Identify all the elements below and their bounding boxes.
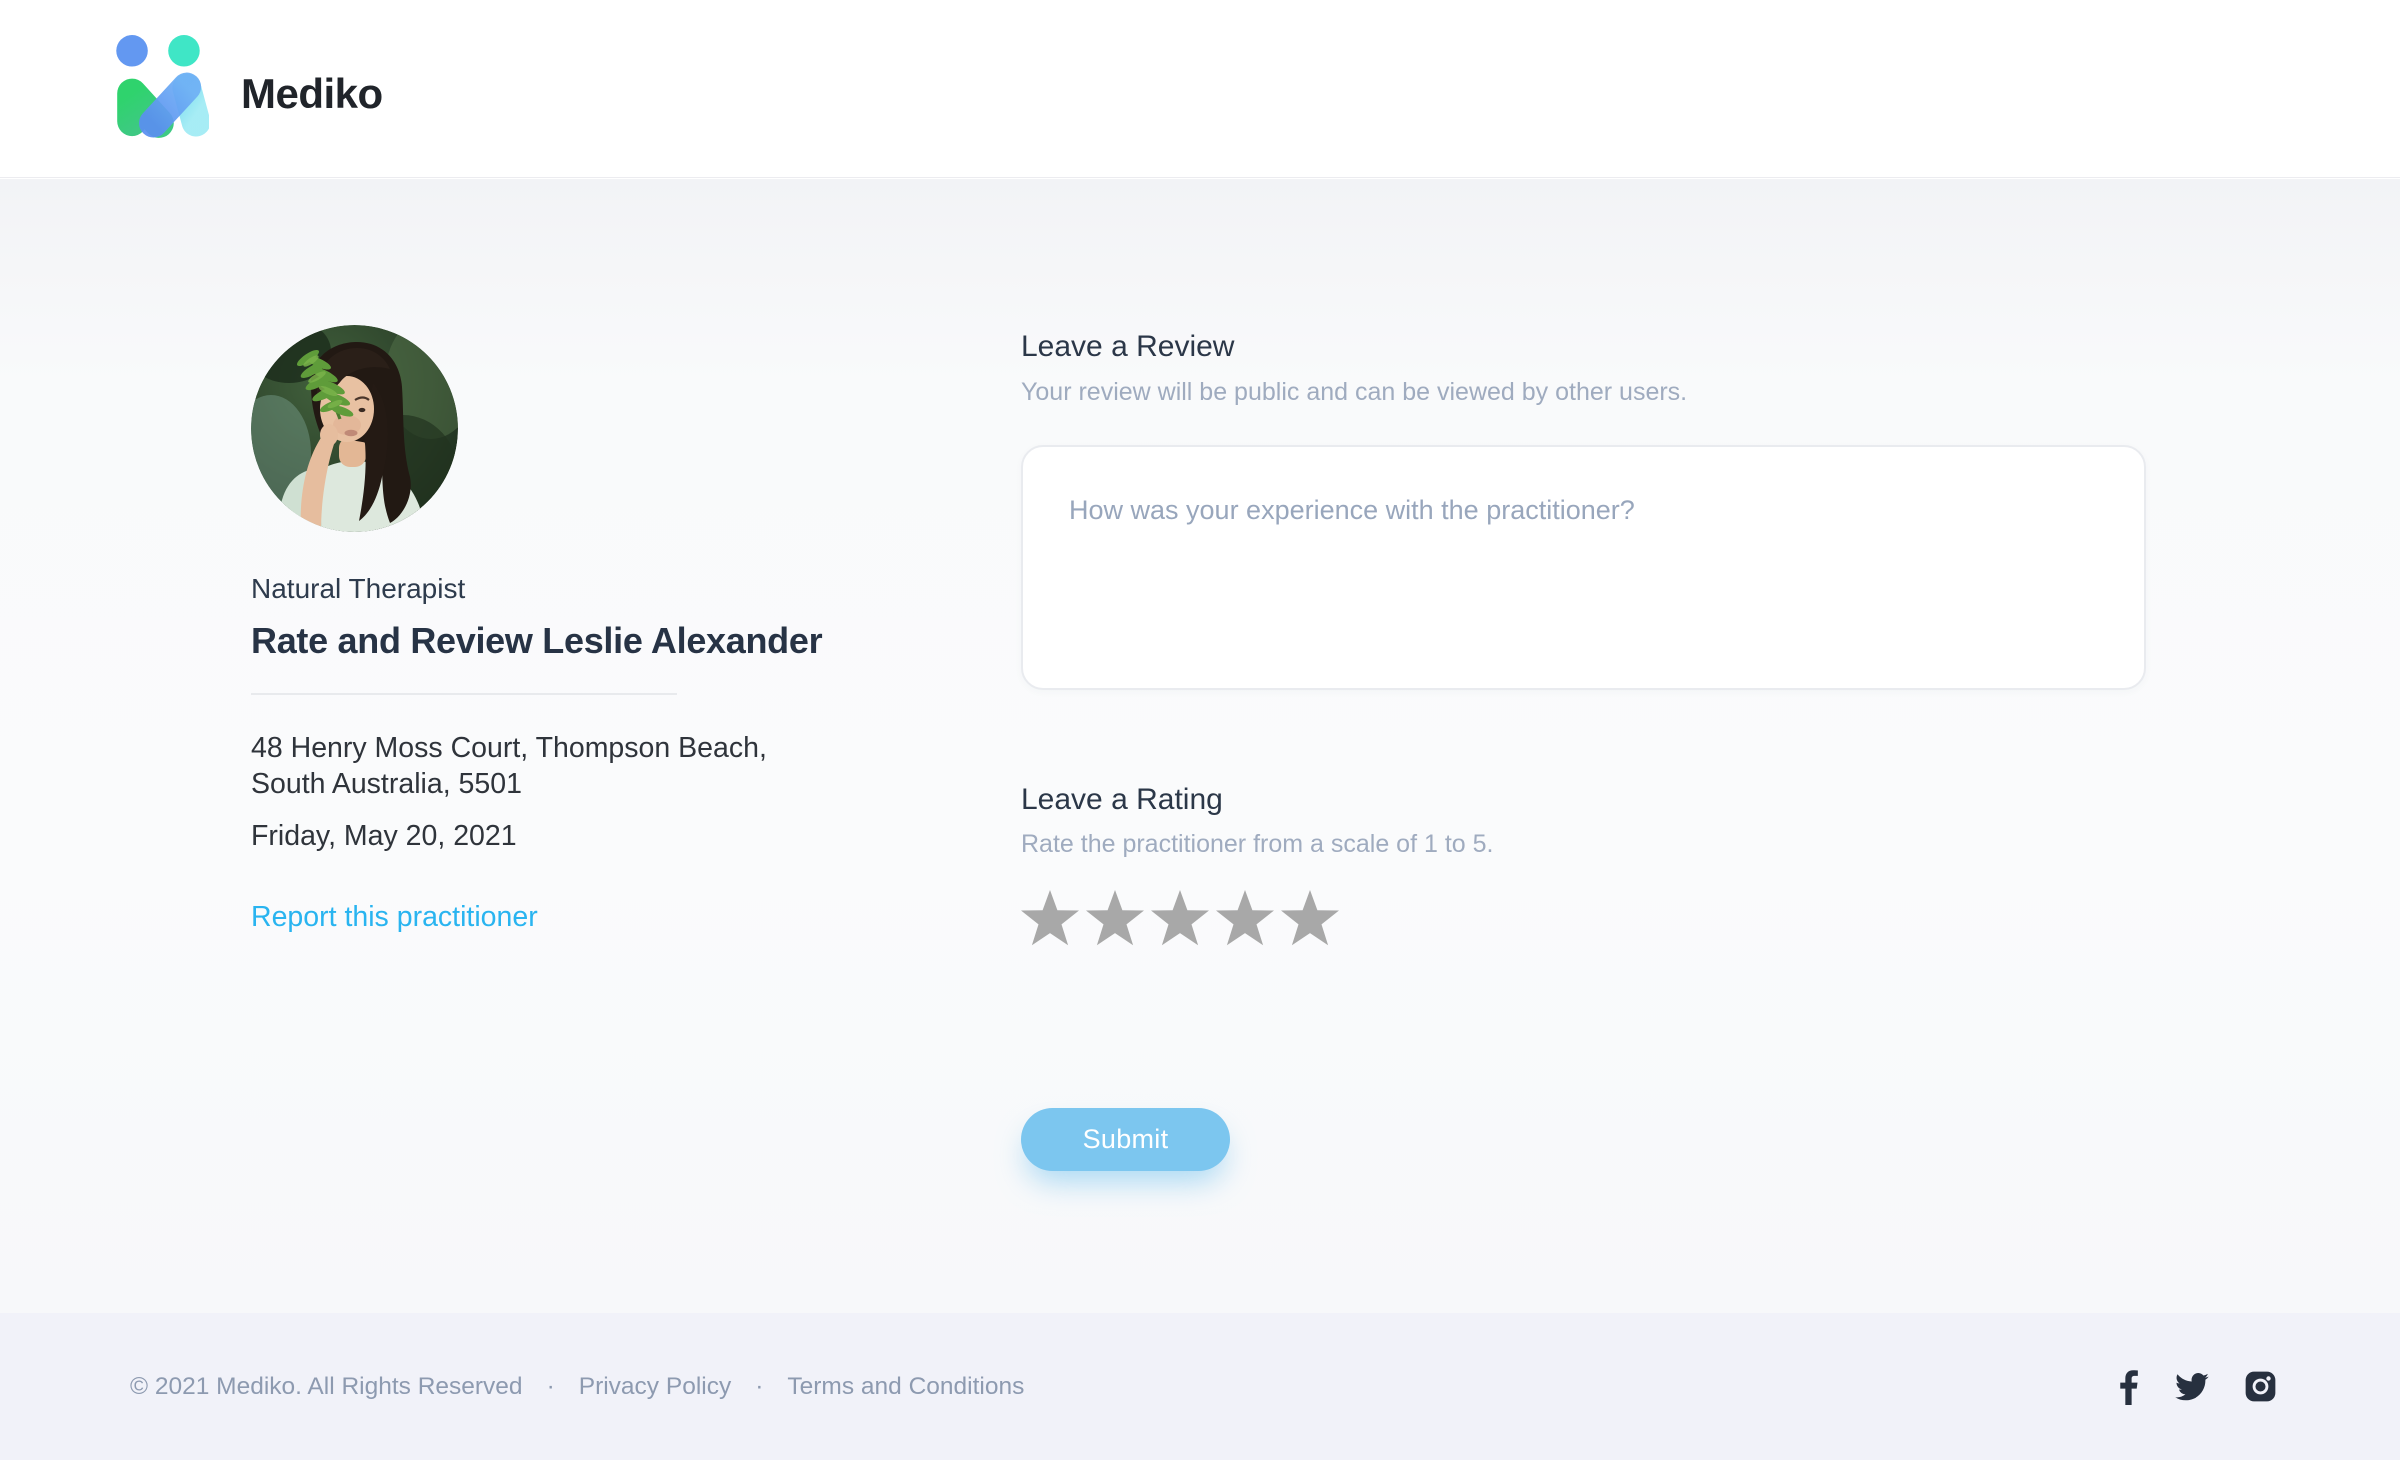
appointment-date: Friday, May 20, 2021 <box>251 820 517 852</box>
twitter-icon[interactable] <box>2175 1372 2209 1401</box>
copyright-text: © 2021 Mediko. All Rights Reserved <box>130 1372 523 1400</box>
separator-dot: · <box>546 1372 555 1400</box>
practitioner-avatar <box>251 325 458 532</box>
social-links <box>2119 1369 2276 1405</box>
star-icon[interactable] <box>1084 889 1146 948</box>
mediko-logo-icon <box>116 35 209 138</box>
practitioner-role: Natural Therapist <box>251 573 466 604</box>
star-icon[interactable] <box>1279 889 1341 948</box>
report-practitioner-link[interactable]: Report this practitioner <box>251 901 538 934</box>
review-subheading: Your review will be public and can be vi… <box>1021 378 1688 406</box>
star-icon[interactable] <box>1149 889 1211 948</box>
logo[interactable]: Mediko <box>107 30 383 142</box>
page-title: Rate and Review Leslie Alexander <box>251 620 823 661</box>
footer-legal: © 2021 Mediko. All Rights Reserved · Pri… <box>130 1373 1024 1401</box>
separator-dot: · <box>755 1372 764 1400</box>
privacy-policy-link[interactable]: Privacy Policy <box>579 1373 731 1401</box>
facebook-icon[interactable] <box>2119 1369 2139 1405</box>
practitioner-address: 48 Henry Moss Court, Thompson Beach, Sou… <box>251 732 767 800</box>
review-heading: Leave a Review <box>1021 330 1235 363</box>
divider <box>251 693 677 695</box>
star-icon[interactable] <box>1214 889 1276 948</box>
main-content: Natural Therapist Rate and Review Leslie… <box>0 179 2400 1313</box>
app-footer: © 2021 Mediko. All Rights Reserved · Pri… <box>0 1313 2400 1460</box>
submit-button[interactable]: Submit <box>1021 1108 1230 1171</box>
star-rating[interactable] <box>1019 889 1344 948</box>
instagram-icon[interactable] <box>2245 1371 2276 1402</box>
rating-subheading: Rate the practitioner from a scale of 1 … <box>1021 830 1494 858</box>
practitioner-photo <box>251 325 458 532</box>
terms-and-conditions-link[interactable]: Terms and Conditions <box>787 1373 1024 1401</box>
app-header: Mediko <box>0 0 2400 178</box>
star-icon[interactable] <box>1019 889 1081 948</box>
rating-heading: Leave a Rating <box>1021 783 1223 816</box>
review-textarea[interactable] <box>1021 445 2146 690</box>
brand-name: Mediko <box>241 70 383 117</box>
